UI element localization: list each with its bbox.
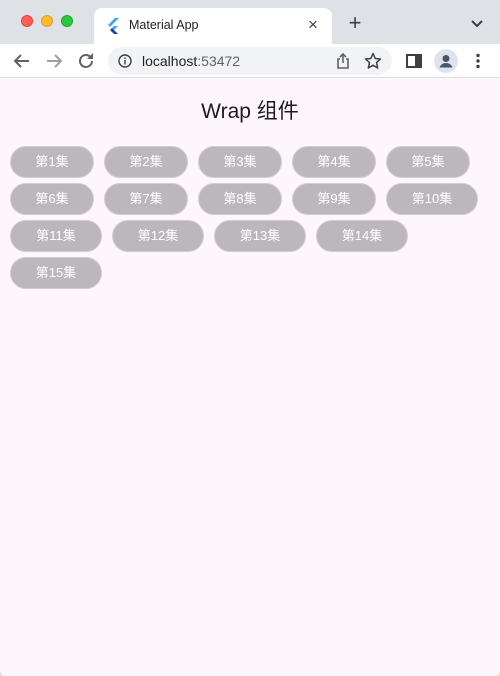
chip-episode-4[interactable]: 第4集 [292, 146, 376, 178]
active-tab[interactable]: Material App × [94, 8, 332, 44]
tab-strip: Material App × + [0, 0, 500, 44]
flutter-logo-icon [108, 18, 119, 34]
chip-episode-6[interactable]: 第6集 [10, 183, 94, 215]
chip-episode-5[interactable]: 第5集 [386, 146, 470, 178]
browser-window: Material App × + localhost:53472 Wrap 组件… [0, 0, 500, 676]
back-arrow-icon[interactable] [10, 49, 34, 73]
close-window-button[interactable] [21, 15, 33, 27]
page-title: Wrap 组件 [201, 100, 299, 123]
browser-toolbar: localhost:53472 [0, 44, 500, 78]
url-text[interactable]: localhost:53472 [142, 53, 240, 69]
chip-episode-13[interactable]: 第13集 [214, 220, 306, 252]
minimize-window-button[interactable] [41, 15, 53, 27]
page-content: Wrap 组件 第1集 第2集 第3集 第4集 第5集 第6集 第7集 第8集 … [0, 79, 500, 676]
chip-episode-11[interactable]: 第11集 [10, 220, 102, 252]
url-port: :53472 [197, 53, 241, 69]
url-host: localhost [142, 53, 198, 69]
chip-episode-3[interactable]: 第3集 [198, 146, 282, 178]
reload-icon[interactable] [74, 49, 98, 73]
chip-episode-12[interactable]: 第12集 [112, 220, 204, 252]
chip-episode-9[interactable]: 第9集 [292, 183, 376, 215]
chip-episode-8[interactable]: 第8集 [198, 183, 282, 215]
maximize-window-button[interactable] [61, 15, 73, 27]
chip-episode-1[interactable]: 第1集 [10, 146, 94, 178]
chip-episode-15[interactable]: 第15集 [10, 257, 102, 289]
chip-episode-10[interactable]: 第10集 [386, 183, 478, 215]
side-panel-icon[interactable] [402, 49, 426, 73]
kebab-menu-icon[interactable] [466, 49, 490, 73]
star-icon[interactable] [364, 52, 382, 70]
chip-episode-2[interactable]: 第2集 [104, 146, 188, 178]
chip-episode-7[interactable]: 第7集 [104, 183, 188, 215]
chip-episode-14[interactable]: 第14集 [316, 220, 408, 252]
forward-arrow-icon[interactable] [42, 49, 66, 73]
info-icon[interactable] [118, 54, 132, 68]
close-icon[interactable]: × [302, 14, 324, 36]
address-bar[interactable]: localhost:53472 [108, 47, 392, 75]
chevron-down-icon[interactable] [468, 14, 486, 32]
avatar [439, 55, 453, 68]
tab-title: Material App [129, 18, 199, 32]
profile-icon[interactable] [434, 49, 458, 73]
plus-icon[interactable]: + [344, 12, 366, 34]
share-icon[interactable] [334, 52, 352, 70]
